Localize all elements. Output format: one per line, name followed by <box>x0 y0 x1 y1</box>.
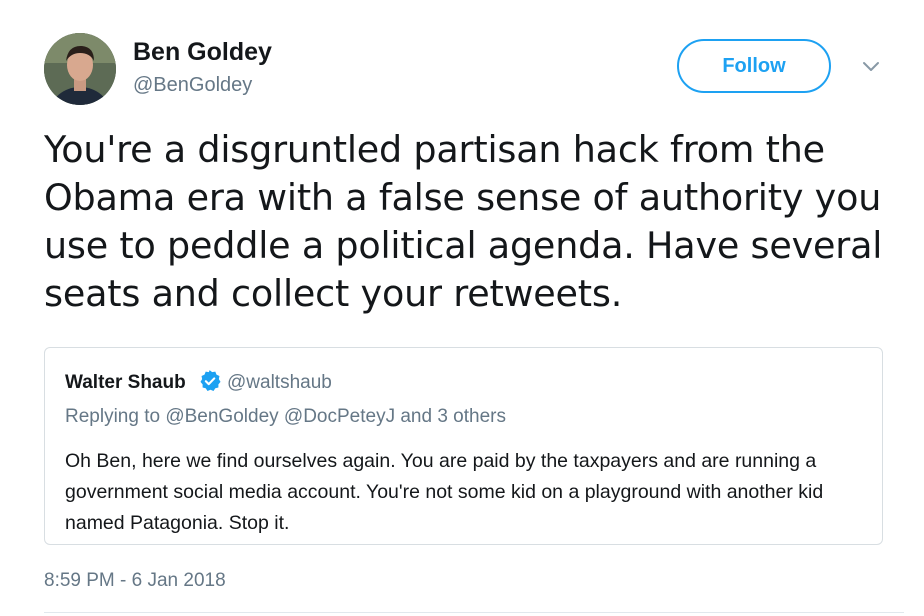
divider <box>44 612 904 613</box>
quoted-author-handle[interactable]: @waltshaub <box>227 372 332 394</box>
chevron-down-icon[interactable] <box>860 56 882 78</box>
timestamp[interactable]: 8:59 PM - 6 Jan 2018 <box>44 570 226 592</box>
quoted-tweet-text: Oh Ben, here we find ourselves again. Yo… <box>65 450 824 534</box>
avatar-image <box>44 33 116 105</box>
avatar[interactable] <box>44 33 116 105</box>
verified-badge-icon <box>199 370 221 392</box>
author-name[interactable]: Ben Goldey <box>133 38 272 67</box>
author-handle[interactable]: @BenGoldey <box>133 74 252 97</box>
replying-to[interactable]: Replying to @BenGoldey @DocPeteyJ and 3 … <box>65 406 506 428</box>
quoted-author-name[interactable]: Walter Shaub <box>65 372 186 394</box>
tweet-text: You're a disgruntled partisan hack from … <box>44 128 883 315</box>
quoted-tweet[interactable]: Walter Shaub @waltshaub Replying to @Ben… <box>44 347 883 545</box>
tweet-card: Ben Goldey @BenGoldey Follow You're a di… <box>0 0 924 616</box>
follow-button[interactable]: Follow <box>677 39 831 93</box>
follow-button-label: Follow <box>722 54 786 77</box>
